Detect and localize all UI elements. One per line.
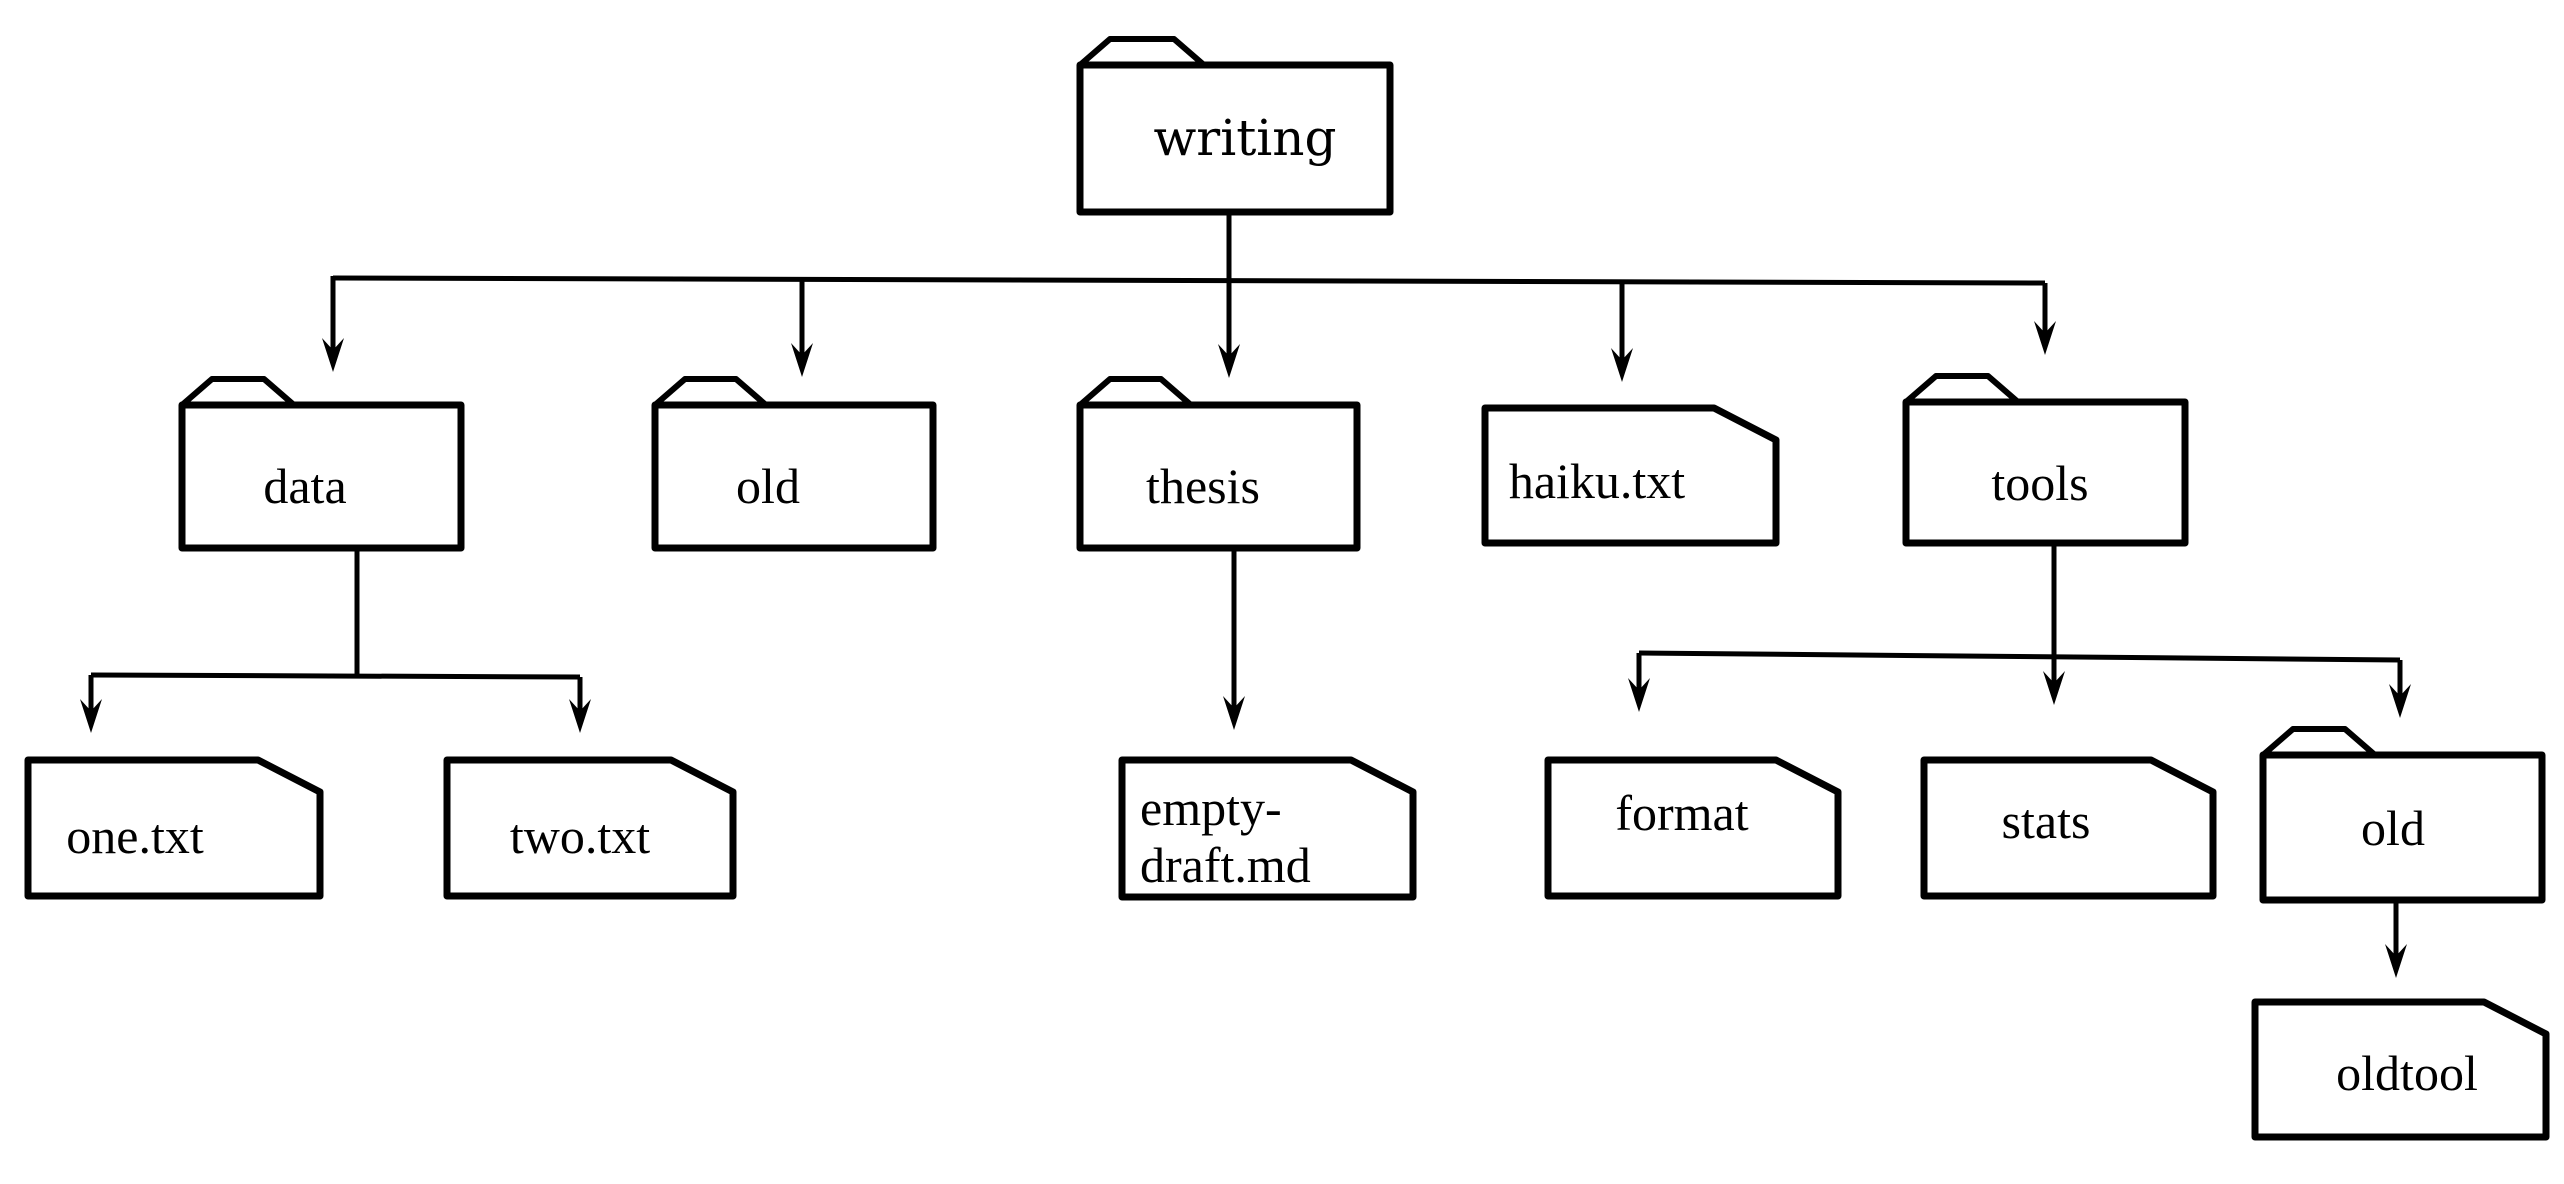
file-node-one-txt[interactable]: one.txt [24, 756, 324, 900]
edge-bus-writing [332, 275, 2046, 286]
nodes: writing data one.txt two.txt old thesis empty-… [24, 36, 2550, 1141]
folder-tab-icon [180, 376, 296, 408]
file-node-format[interactable]: format [1544, 756, 1842, 900]
folder-tab-icon [2261, 726, 2377, 758]
node-label: tools [1991, 455, 2088, 511]
folder-tab-icon [1078, 36, 1206, 68]
node-label: oldtool [2336, 1045, 2478, 1101]
node-label: old [2361, 800, 2425, 856]
folder-tab-icon [653, 376, 768, 408]
edge-bus-data [90, 672, 581, 680]
file-node-empty-draft-md[interactable]: empty-draft.md [1118, 756, 1417, 901]
folder-node-tools[interactable]: tools [1902, 373, 2189, 547]
node-label: data [263, 458, 346, 514]
node-label: two.txt [510, 808, 650, 864]
node-label: haiku.txt [1509, 453, 1685, 509]
node-label-line: draft.md [1140, 837, 1311, 893]
edge-group-thesis [1223, 548, 1245, 730]
node-label: one.txt [66, 808, 204, 864]
edge-group-data [80, 548, 591, 733]
folder-node-tools-old[interactable]: old [2259, 726, 2546, 904]
folder-tab-icon [1078, 376, 1193, 408]
edge-group-writing [322, 212, 2056, 382]
edge-group-tools-old [2385, 900, 2407, 978]
file-node-oldtool[interactable]: oldtool [2251, 998, 2550, 1141]
node-label: format [1615, 785, 1748, 841]
node-label: stats [2002, 793, 2091, 849]
edge-bus-tools [1638, 650, 2401, 663]
folder-node-data[interactable]: data [178, 376, 465, 552]
folder-node-thesis[interactable]: thesis [1076, 376, 1361, 552]
node-label: thesis [1146, 458, 1260, 514]
file-node-haiku-txt[interactable]: haiku.txt [1481, 404, 1780, 547]
folder-node-writing[interactable]: writing [1076, 36, 1394, 216]
edge-group-tools [1628, 543, 2411, 718]
node-label: old [736, 458, 800, 514]
file-node-two-txt[interactable]: two.txt [443, 756, 737, 900]
node-label-line: empty- [1140, 780, 1282, 836]
directory-tree-diagram: writing data one.txt two.txt old thesis empty-… [24, 36, 2550, 1141]
node-label: writing [1154, 109, 1337, 167]
file-node-stats[interactable]: stats [1920, 756, 2217, 900]
folder-tab-icon [1904, 373, 2020, 405]
folder-node-old[interactable]: old [651, 376, 937, 552]
